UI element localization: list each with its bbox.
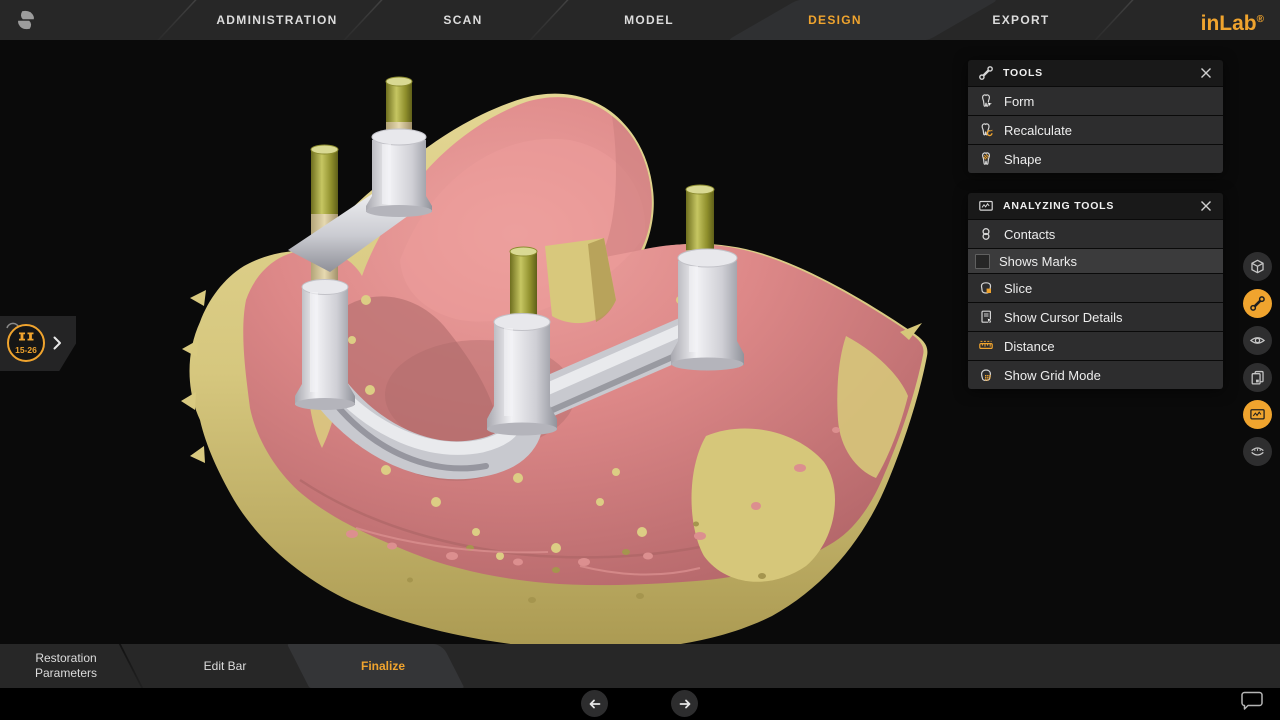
analyzing-item-slice[interactable]: Slice bbox=[968, 274, 1223, 302]
step-finalize[interactable]: Finalize bbox=[323, 644, 443, 688]
nav-tab-model[interactable]: MODEL bbox=[559, 0, 739, 40]
analyzing-item-contacts[interactable]: Contacts bbox=[968, 220, 1223, 248]
analyzing-item-distance[interactable]: Distance bbox=[968, 332, 1223, 360]
chevron-right-icon bbox=[53, 336, 62, 350]
tools-panel-header: TOOLS bbox=[968, 60, 1223, 86]
analyzing-item-label: Distance bbox=[1004, 339, 1055, 354]
tools-panel-title: TOOLS bbox=[1003, 67, 1198, 79]
analyzing-tools-panel: ANALYZING TOOLS Contacts Shows Marks Sli… bbox=[968, 193, 1223, 389]
bridge-icon bbox=[18, 332, 35, 344]
shows-marks-checkbox[interactable] bbox=[975, 254, 990, 269]
next-step-button[interactable] bbox=[671, 690, 698, 717]
analyzing-tools-button[interactable] bbox=[1243, 400, 1272, 429]
analyzing-item-label: Slice bbox=[1004, 281, 1032, 296]
analyzing-item-label: Shows Marks bbox=[999, 254, 1077, 269]
brand-inlab: inLab® bbox=[1201, 0, 1264, 40]
display-objects-button[interactable] bbox=[1243, 326, 1272, 355]
bottom-step-bar: Restoration Parameters Edit Bar Finalize bbox=[0, 644, 1280, 688]
tooth-form-icon bbox=[978, 93, 994, 109]
step-edit-bar[interactable]: Edit Bar bbox=[165, 644, 285, 688]
nav-tab-scan[interactable]: SCAN bbox=[373, 0, 553, 40]
tools-panel: TOOLS Form Recalculate bbox=[968, 60, 1223, 173]
nav-tab-design[interactable]: DESIGN bbox=[745, 0, 925, 40]
tools-item-shape[interactable]: Shape bbox=[968, 145, 1223, 173]
previous-step-button[interactable] bbox=[581, 690, 608, 717]
top-navigation-bar: ADMINISTRATION SCAN MODEL DESIGN EXPORT … bbox=[0, 0, 1280, 40]
sirona-logo-icon bbox=[14, 8, 38, 32]
cursor-details-icon bbox=[978, 309, 994, 325]
case-panel-expand-button[interactable] bbox=[53, 336, 62, 350]
documents-icon bbox=[1249, 369, 1266, 386]
tools-item-label: Form bbox=[1004, 94, 1034, 109]
arrow-right-icon bbox=[678, 697, 692, 711]
slice-icon bbox=[978, 280, 994, 296]
speech-bubble-icon bbox=[1240, 691, 1264, 712]
close-icon[interactable] bbox=[1198, 65, 1214, 81]
arrow-left-icon bbox=[588, 697, 602, 711]
analyzing-item-show-grid-mode[interactable]: Show Grid Mode bbox=[968, 361, 1223, 389]
case-badge-label: 15-26 bbox=[15, 345, 37, 355]
grid-mode-icon bbox=[978, 367, 994, 383]
eye-icon bbox=[1249, 332, 1266, 349]
analyzing-item-label: Show Cursor Details bbox=[1004, 310, 1123, 325]
tooth-recalculate-icon bbox=[978, 122, 994, 138]
analyzing-item-show-cursor-details[interactable]: Show Cursor Details bbox=[968, 303, 1223, 331]
analyzing-panel-title: ANALYZING TOOLS bbox=[1003, 200, 1198, 212]
analyzing-item-label: Contacts bbox=[1004, 227, 1055, 242]
distance-icon bbox=[978, 338, 994, 354]
case-badge[interactable]: 15-26 bbox=[7, 324, 45, 362]
tooth-shape-icon bbox=[978, 151, 994, 167]
analyzing-panel-header: ANALYZING TOOLS bbox=[968, 193, 1223, 219]
brand-registered-mark: ® bbox=[1257, 14, 1264, 25]
documents-button[interactable] bbox=[1243, 363, 1272, 392]
analyzing-item-label: Show Grid Mode bbox=[1004, 368, 1101, 383]
nav-tab-export[interactable]: EXPORT bbox=[931, 0, 1111, 40]
jaw-icon bbox=[1249, 443, 1266, 460]
wrench-icon bbox=[1249, 295, 1266, 312]
close-icon[interactable] bbox=[1198, 198, 1214, 214]
cube-icon bbox=[1249, 258, 1266, 275]
tools-item-recalculate[interactable]: Recalculate bbox=[968, 116, 1223, 144]
contacts-icon bbox=[978, 226, 994, 242]
analyzing-screen-icon bbox=[1249, 406, 1266, 423]
wrench-icon bbox=[978, 65, 994, 81]
tools-item-label: Recalculate bbox=[1004, 123, 1072, 138]
step-restoration-parameters[interactable]: Restoration Parameters bbox=[6, 644, 126, 688]
feedback-button[interactable] bbox=[1240, 691, 1264, 712]
analyzing-item-shows-marks[interactable]: Shows Marks bbox=[968, 249, 1223, 273]
tools-button[interactable] bbox=[1243, 289, 1272, 318]
jaw-articulation-button[interactable] bbox=[1243, 437, 1272, 466]
tools-item-label: Shape bbox=[1004, 152, 1042, 167]
view-options-button[interactable] bbox=[1243, 252, 1272, 281]
nav-tab-administration[interactable]: ADMINISTRATION bbox=[187, 0, 367, 40]
tools-item-form[interactable]: Form bbox=[968, 87, 1223, 115]
analyzing-screen-icon bbox=[978, 198, 994, 214]
